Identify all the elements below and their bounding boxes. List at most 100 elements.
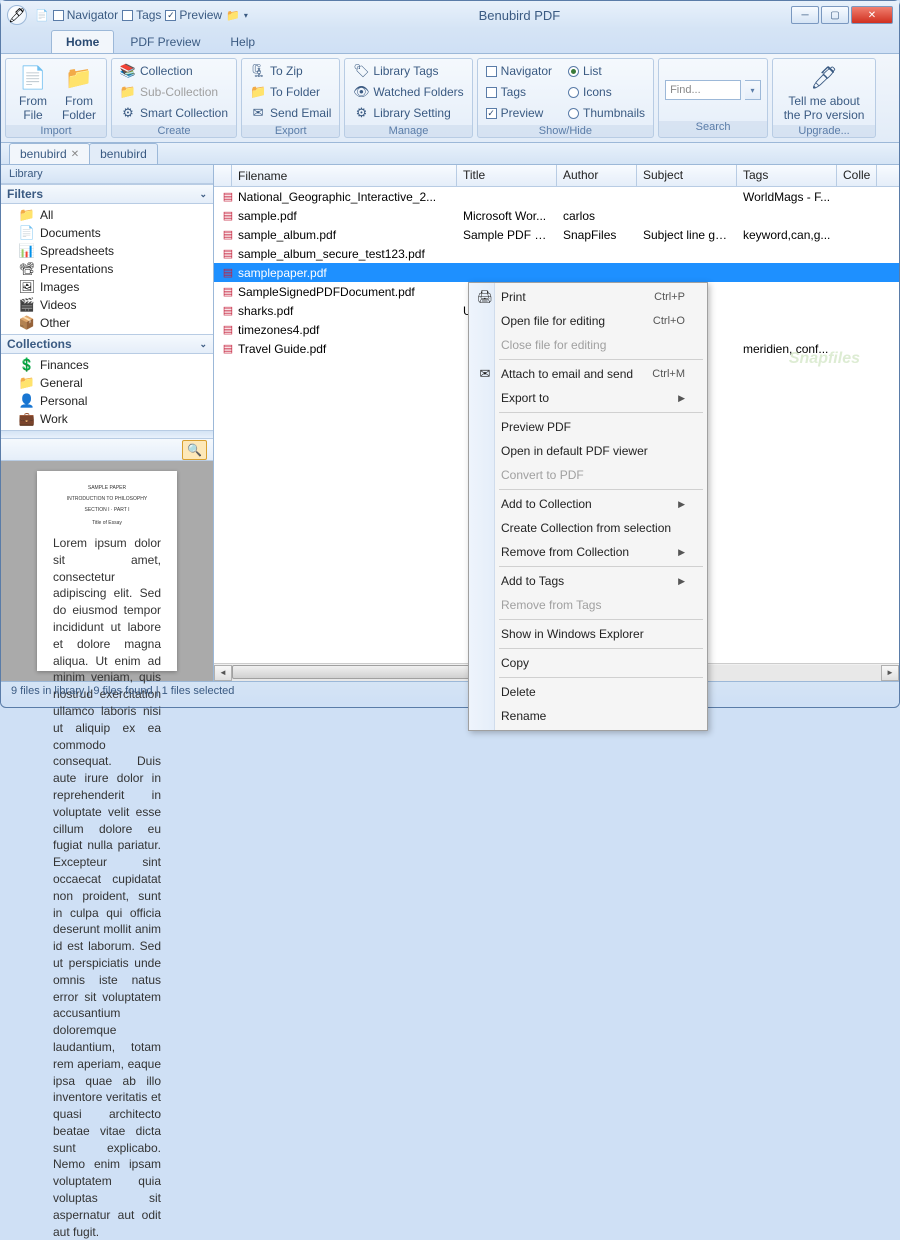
library-tags-button[interactable]: 🏷Library Tags xyxy=(351,61,465,81)
tab-pdf-preview[interactable]: PDF Preview xyxy=(116,31,214,53)
checkbox-icon xyxy=(486,87,497,98)
file-row[interactable]: ▤samplepaper.pdf xyxy=(214,263,899,282)
scroll-right-button[interactable]: ► xyxy=(881,665,899,681)
file-row[interactable]: ▤sample_album.pdfSample PDF al...SnapFil… xyxy=(214,225,899,244)
pdf-icon: ▤ xyxy=(220,322,236,338)
from-file-button[interactable]: 📄From File xyxy=(12,61,54,123)
collections-header[interactable]: Collections⌄ xyxy=(1,334,213,354)
ctx-print[interactable]: 🖨PrintCtrl+P xyxy=(471,285,705,309)
ctx-show-explorer[interactable]: Show in Windows Explorer xyxy=(471,622,705,646)
ctx-add-tags[interactable]: Add to Tags▶ xyxy=(471,569,705,593)
collection-personal[interactable]: 👤Personal xyxy=(1,392,213,410)
watched-folders-button[interactable]: 👁Watched Folders xyxy=(351,82,465,102)
sidebar: Library Filters⌄ 📁All📄Documents📊Spreadsh… xyxy=(1,165,214,681)
file-row[interactable]: ▤National_Geographic_Interactive_2...Wor… xyxy=(214,187,899,206)
ctx-close[interactable]: Close file for editing xyxy=(471,333,705,357)
app-icon[interactable]: 🖊 xyxy=(7,5,27,25)
quick-access-toolbar: 📄 Navigator Tags ✓Preview 📁 ▾ xyxy=(35,8,248,22)
ribbon-group-export: 🗜To Zip 📁To Folder ✉Send Email Export xyxy=(241,58,340,138)
tab-home[interactable]: Home xyxy=(51,30,114,53)
email-icon: ✉ xyxy=(477,366,493,382)
col-filename[interactable]: Filename xyxy=(232,165,457,186)
ctx-delete[interactable]: Delete xyxy=(471,680,705,704)
ctx-convert[interactable]: Convert to PDF xyxy=(471,463,705,487)
thumbnails-radio[interactable]: Thumbnails xyxy=(566,103,647,123)
collection-finances[interactable]: 💲Finances xyxy=(1,356,213,374)
ribbon-group-create: 📚Collection 📁Sub-Collection ⚙Smart Colle… xyxy=(111,58,237,138)
filter-images[interactable]: 🖼Images xyxy=(1,278,213,296)
filter-icon: 📊 xyxy=(19,243,35,259)
to-folder-button[interactable]: 📁To Folder xyxy=(248,82,333,102)
col-collection[interactable]: Colle xyxy=(837,165,877,186)
qat-tags[interactable]: Tags xyxy=(122,8,161,22)
from-folder-button[interactable]: 📁From Folder xyxy=(58,61,100,123)
qat-new-icon[interactable]: 📄 xyxy=(35,9,49,22)
preview-tool-icon[interactable]: 🔍 xyxy=(182,440,207,460)
maximize-button[interactable]: ▢ xyxy=(821,6,849,24)
tab-help[interactable]: Help xyxy=(216,31,269,53)
file-row[interactable]: ▤sample.pdfMicrosoft Wor...carlos xyxy=(214,206,899,225)
col-subject[interactable]: Subject xyxy=(637,165,737,186)
minimize-button[interactable]: ─ xyxy=(791,6,819,24)
search-input[interactable]: Find... xyxy=(665,80,741,100)
col-title[interactable]: Title xyxy=(457,165,557,186)
collection-icon: 📁 xyxy=(19,375,35,391)
library-header: Library xyxy=(1,165,213,184)
filter-icon: 📁 xyxy=(19,207,35,223)
ctx-open[interactable]: Open file for editingCtrl+O xyxy=(471,309,705,333)
filter-documents[interactable]: 📄Documents xyxy=(1,224,213,242)
qat-folder-icon[interactable]: 📁 xyxy=(226,9,240,22)
col-icon[interactable] xyxy=(214,165,232,186)
ctx-preview-pdf[interactable]: Preview PDF xyxy=(471,415,705,439)
col-tags[interactable]: Tags xyxy=(737,165,837,186)
filter-all[interactable]: 📁All xyxy=(1,206,213,224)
titlebar: 🖊 📄 Navigator Tags ✓Preview 📁 ▾ Benubird… xyxy=(1,1,899,29)
col-author[interactable]: Author xyxy=(557,165,637,186)
send-email-button[interactable]: ✉Send Email xyxy=(248,103,333,123)
ctx-copy[interactable]: Copy xyxy=(471,651,705,675)
icons-radio[interactable]: Icons xyxy=(566,82,647,102)
library-setting-button[interactable]: ⚙Library Setting xyxy=(351,103,465,123)
filters-header[interactable]: Filters⌄ xyxy=(1,184,213,204)
ctx-attach[interactable]: ✉Attach to email and sendCtrl+M xyxy=(471,362,705,386)
ribbon-group-manage: 🏷Library Tags 👁Watched Folders ⚙Library … xyxy=(344,58,472,138)
ctx-create-collection[interactable]: Create Collection from selection xyxy=(471,516,705,540)
filter-other[interactable]: 📦Other xyxy=(1,314,213,332)
sub-collection-button[interactable]: 📁Sub-Collection xyxy=(118,82,230,102)
qat-navigator[interactable]: Navigator xyxy=(53,8,118,22)
ctx-export[interactable]: Export to▶ xyxy=(471,386,705,410)
ctx-open-default[interactable]: Open in default PDF viewer xyxy=(471,439,705,463)
filter-presentations[interactable]: 📽Presentations xyxy=(1,260,213,278)
collection-general[interactable]: 📁General xyxy=(1,374,213,392)
upgrade-button[interactable]: 🖊 Tell me about the Pro version xyxy=(779,61,869,123)
scroll-left-button[interactable]: ◄ xyxy=(214,665,232,681)
filter-icon: 📄 xyxy=(19,225,35,241)
preview-checkbox[interactable]: ✓Preview xyxy=(484,103,554,123)
pdf-icon: ▤ xyxy=(220,303,236,319)
preview-toolbar: 🔍 xyxy=(1,439,213,461)
ribbon: 📄From File 📁From Folder Import 📚Collecti… xyxy=(1,53,899,143)
filter-videos[interactable]: 🎬Videos xyxy=(1,296,213,314)
close-icon[interactable]: ✕ xyxy=(71,149,79,160)
collection-work[interactable]: 💼Work xyxy=(1,410,213,428)
doctab-2[interactable]: benubird xyxy=(89,143,158,164)
doctab-1[interactable]: benubird✕ xyxy=(9,143,90,164)
to-zip-button[interactable]: 🗜To Zip xyxy=(248,61,333,81)
ctx-remove-tags[interactable]: Remove from Tags xyxy=(471,593,705,617)
search-dropdown[interactable]: ▾ xyxy=(745,80,761,100)
smart-collection-button[interactable]: ⚙Smart Collection xyxy=(118,103,230,123)
tags-checkbox[interactable]: Tags xyxy=(484,82,554,102)
pdf-icon: ▤ xyxy=(220,227,236,243)
ctx-add-collection[interactable]: Add to Collection▶ xyxy=(471,492,705,516)
list-radio[interactable]: List xyxy=(566,61,647,81)
collection-button[interactable]: 📚Collection xyxy=(118,61,230,81)
radio-icon xyxy=(568,108,579,119)
splitter[interactable] xyxy=(1,430,213,439)
navigator-checkbox[interactable]: Navigator xyxy=(484,61,554,81)
qat-preview[interactable]: ✓Preview xyxy=(165,8,222,22)
file-row[interactable]: ▤sample_album_secure_test123.pdf xyxy=(214,244,899,263)
close-button[interactable]: ✕ xyxy=(851,6,893,24)
ctx-remove-collection[interactable]: Remove from Collection▶ xyxy=(471,540,705,564)
filter-spreadsheets[interactable]: 📊Spreadsheets xyxy=(1,242,213,260)
radio-icon xyxy=(568,87,579,98)
